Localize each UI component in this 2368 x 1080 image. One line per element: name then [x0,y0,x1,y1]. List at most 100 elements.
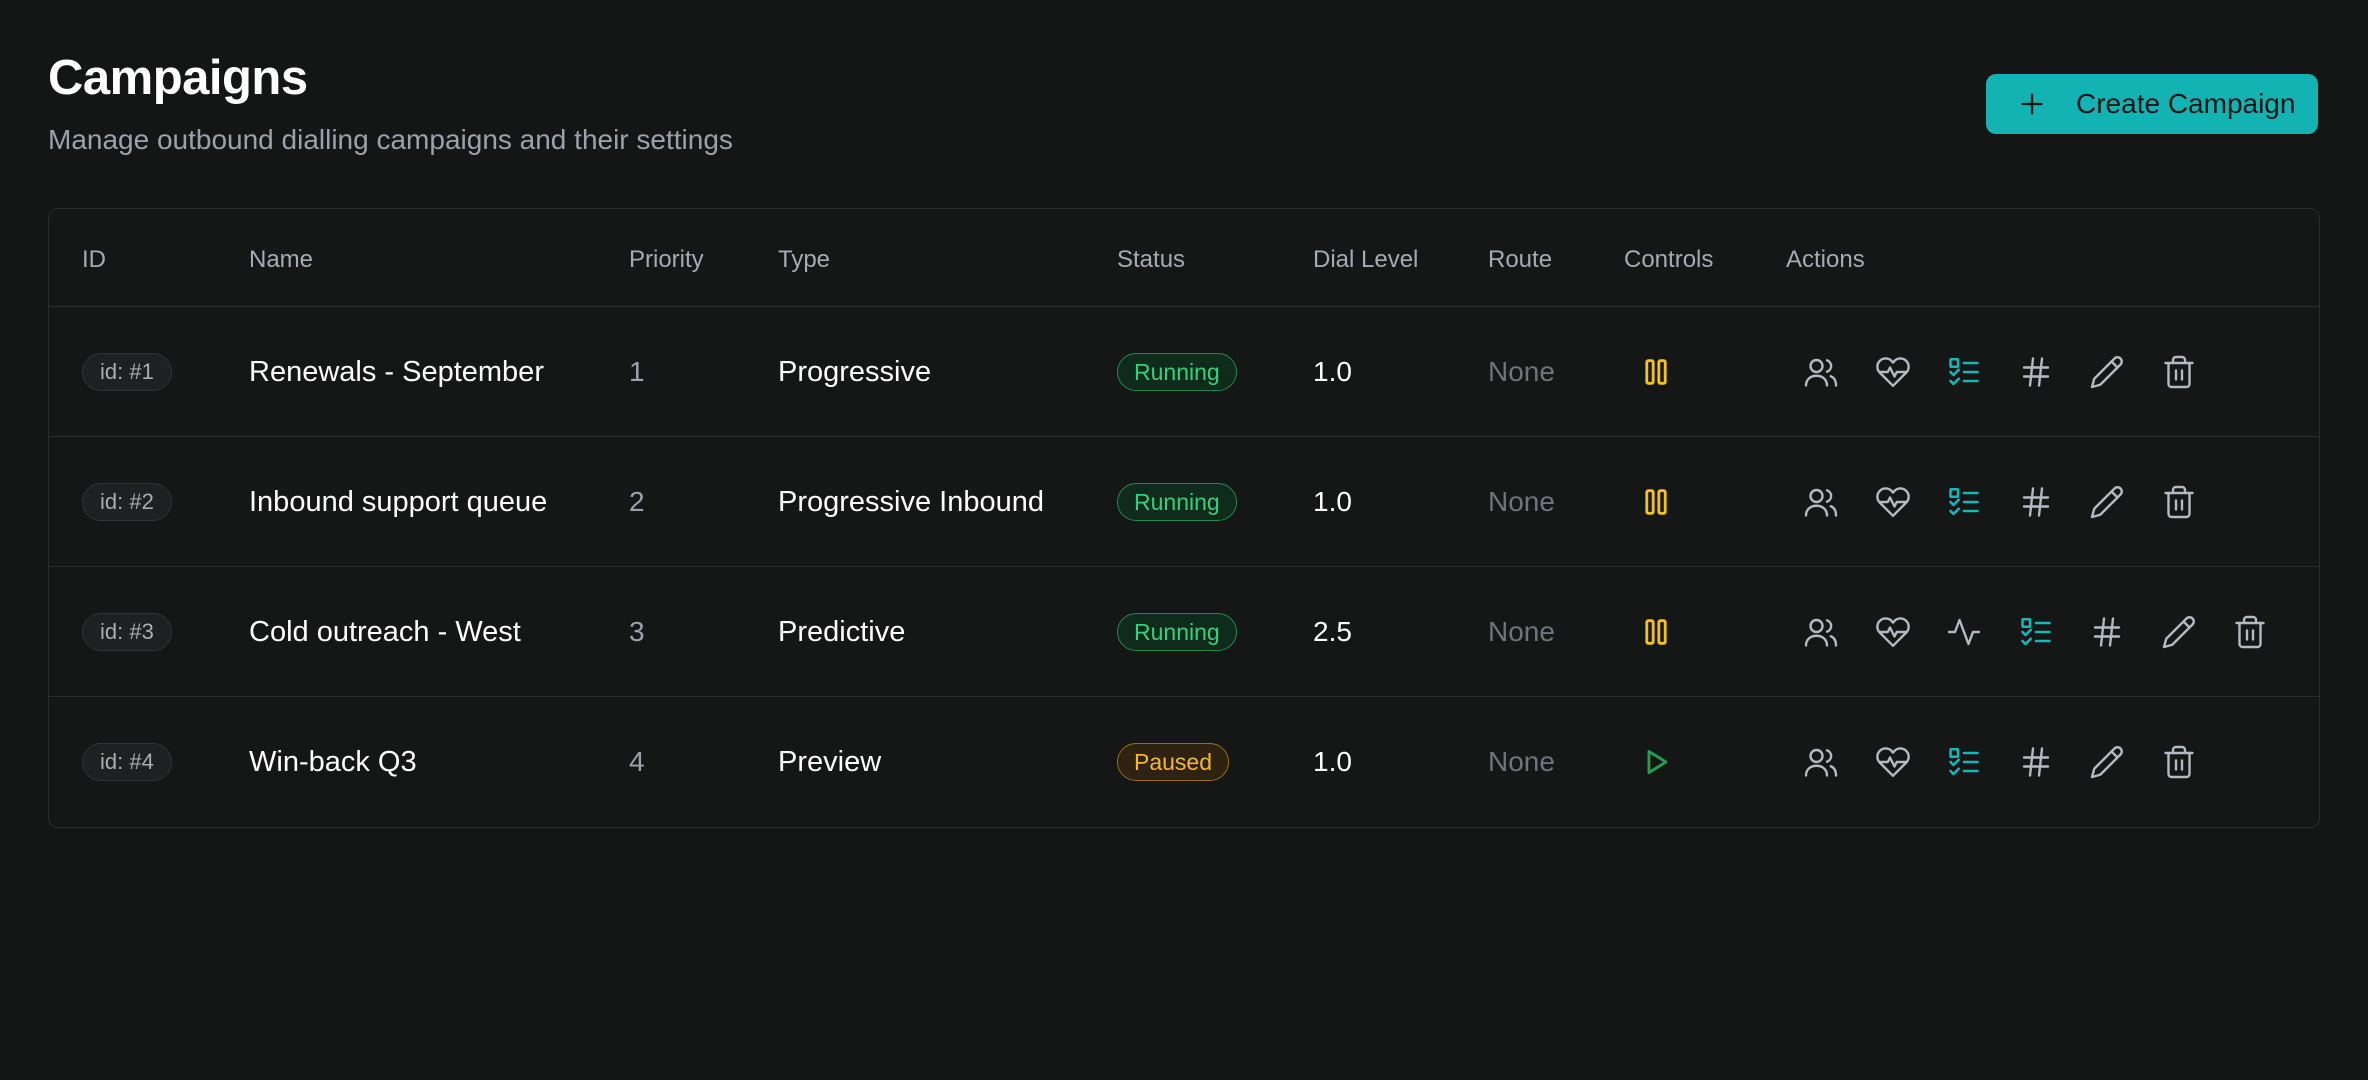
users-icon[interactable] [1803,354,1839,390]
name-cell: Inbound support queue [249,437,547,567]
status-badge: Running [1117,483,1237,521]
heart-pulse-icon[interactable] [1875,744,1911,780]
table-row: id: #2 Inbound support queue 2 Progressi… [49,437,2319,567]
dial-level-cell: 1.0 [1313,437,1352,567]
id-cell: id: #4 [82,697,172,827]
status-cell: Running [1117,307,1237,437]
pencil-icon[interactable] [2161,614,2197,650]
route-cell: None [1488,697,1555,827]
checklist-icon[interactable] [2018,614,2054,650]
heart-pulse-icon[interactable] [1875,614,1911,650]
trash-icon[interactable] [2161,484,2197,520]
heart-pulse-icon[interactable] [1875,484,1911,520]
play-icon[interactable] [1639,745,1673,779]
controls-cell [1639,567,1673,697]
trash-icon[interactable] [2161,354,2197,390]
pause-icon[interactable] [1639,615,1673,649]
route-cell: None [1488,307,1555,437]
route-cell: None [1488,567,1555,697]
heart-pulse-icon[interactable] [1875,354,1911,390]
pause-icon[interactable] [1639,355,1673,389]
checklist-icon[interactable] [1946,354,1982,390]
column-header-route: Route [1488,246,1553,273]
hash-icon[interactable] [2018,354,2054,390]
route-value: None [1488,486,1555,517]
campaign-name[interactable]: Win-back Q3 [249,746,417,779]
column-header-type: Type [778,246,831,273]
name-cell: Win-back Q3 [249,697,417,827]
status-cell: Paused [1117,697,1230,827]
trash-icon[interactable] [2161,744,2197,780]
type-cell: Progressive Inbound [778,437,1044,567]
table-header: ID Name Priority Type Status Dial Level … [49,209,2319,307]
priority-cell: 1 [629,307,645,437]
trash-icon[interactable] [2232,614,2268,650]
page-subtitle: Manage outbound dialling campaigns and t… [48,124,733,155]
priority-cell: 2 [629,437,645,567]
checklist-icon[interactable] [1946,484,1982,520]
status-badge: Paused [1117,743,1230,781]
status-badge: Running [1117,353,1237,391]
controls-cell [1639,437,1673,567]
status-cell: Running [1117,437,1237,567]
column-header-name: Name [249,246,314,273]
hash-icon[interactable] [2018,744,2054,780]
hash-icon[interactable] [2018,484,2054,520]
id-cell: id: #2 [82,437,172,567]
type-cell: Preview [778,697,881,827]
priority-value: 2 [629,486,645,517]
id-cell: id: #3 [82,567,172,697]
route-value: None [1488,356,1555,387]
plus-icon [2018,90,2046,118]
dial-level-value: 1.0 [1313,486,1352,517]
checklist-icon[interactable] [1946,744,1982,780]
status-badge: Running [1117,613,1237,651]
users-icon[interactable] [1803,744,1839,780]
priority-cell: 4 [629,697,645,827]
pencil-icon[interactable] [2089,744,2125,780]
pencil-icon[interactable] [2089,484,2125,520]
campaign-name[interactable]: Inbound support queue [249,486,547,519]
dial-level-value: 1.0 [1313,746,1352,777]
column-header-status: Status [1117,246,1186,273]
create-campaign-button[interactable]: Create Campaign [1986,74,2318,134]
route-value: None [1488,746,1555,777]
priority-value: 1 [629,356,645,387]
column-header-controls: Controls [1624,246,1714,273]
activity-icon[interactable] [1946,614,1982,650]
id-badge: id: #4 [82,743,172,781]
page-title: Campaigns [48,51,308,105]
dial-level-cell: 2.5 [1313,567,1352,697]
campaign-type: Preview [778,745,882,778]
column-header-dial-level: Dial Level [1313,246,1419,273]
id-badge: id: #3 [82,613,172,651]
column-header-id: ID [82,246,106,273]
campaigns-table: ID Name Priority Type Status Dial Level … [48,208,2320,828]
priority-value: 3 [629,616,645,647]
campaign-name[interactable]: Renewals - September [249,356,544,389]
priority-value: 4 [629,746,645,777]
controls-cell [1639,697,1673,827]
route-value: None [1488,616,1555,647]
route-cell: None [1488,437,1555,567]
type-cell: Predictive [778,567,905,697]
dial-level-value: 1.0 [1313,356,1352,387]
campaign-type: Progressive [778,355,932,388]
name-cell: Cold outreach - West [249,567,521,697]
pencil-icon[interactable] [2089,354,2125,390]
hash-icon[interactable] [2089,614,2125,650]
users-icon[interactable] [1803,484,1839,520]
column-header-priority: Priority [629,246,704,273]
id-badge: id: #1 [82,353,172,391]
campaign-name[interactable]: Cold outreach - West [249,616,521,649]
dial-level-value: 2.5 [1313,616,1352,647]
column-header-actions: Actions [1786,246,1865,273]
id-badge: id: #2 [82,483,172,521]
dial-level-cell: 1.0 [1313,307,1352,437]
campaign-type: Predictive [778,615,906,648]
name-cell: Renewals - September [249,307,544,437]
pause-icon[interactable] [1639,485,1673,519]
users-icon[interactable] [1803,614,1839,650]
table-row: id: #4 Win-back Q3 4 Preview Paused 1.0 … [49,697,2319,827]
table-row: id: #1 Renewals - September 1 Progressiv… [49,307,2319,437]
